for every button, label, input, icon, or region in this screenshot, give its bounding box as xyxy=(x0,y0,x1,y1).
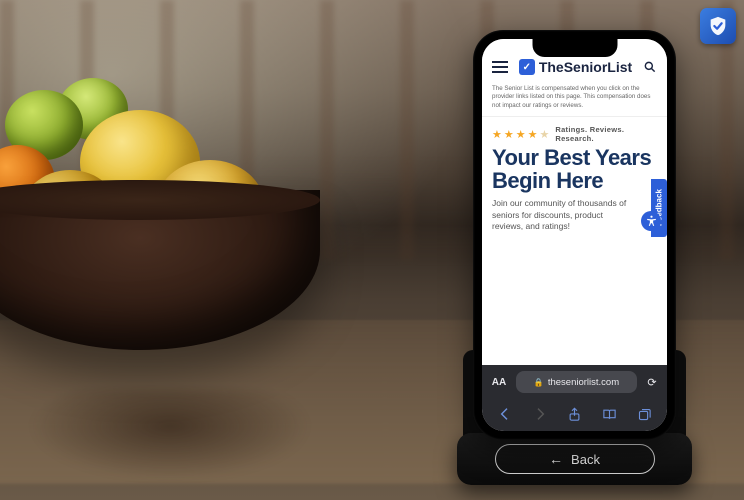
overlay-shield-badge[interactable] xyxy=(700,8,736,44)
check-badge-icon: ✓ xyxy=(519,59,535,75)
accessibility-icon[interactable] xyxy=(641,211,661,231)
browser-address-bar: AA 🔒 theseniorlist.com ⟳ xyxy=(482,365,667,399)
phone-screen: ✓ TheSeniorList The Senior List is compe… xyxy=(482,39,667,431)
reload-icon[interactable]: ⟳ xyxy=(643,376,661,389)
tabs-icon[interactable] xyxy=(635,405,653,423)
shield-check-icon xyxy=(707,15,729,37)
lock-icon: 🔒 xyxy=(534,378,544,387)
phone-on-stand: ← Back ✓ TheSeniorList The Senior List i… xyxy=(473,30,676,485)
menu-icon[interactable] xyxy=(492,61,508,73)
star-icon: ★ xyxy=(540,128,550,141)
webpage: ✓ TheSeniorList The Senior List is compe… xyxy=(482,39,667,365)
url-text: theseniorlist.com xyxy=(548,377,619,388)
star-icon: ★ xyxy=(528,128,538,141)
search-icon[interactable] xyxy=(643,60,657,74)
bookmarks-icon[interactable] xyxy=(600,405,618,423)
back-icon[interactable] xyxy=(496,405,514,423)
brand-name: TheSeniorList xyxy=(539,59,632,75)
tagline: Ratings. Reviews. Research. xyxy=(555,125,657,143)
hero-subcopy: Join our community of thousands of senio… xyxy=(492,198,657,232)
back-button[interactable]: ← Back xyxy=(495,444,655,474)
text-size-button[interactable]: AA xyxy=(488,377,510,388)
bowl-reflection xyxy=(30,390,310,480)
url-field[interactable]: 🔒 theseniorlist.com xyxy=(516,371,637,393)
back-label: Back xyxy=(571,452,600,467)
hero-headline: Your Best Years Begin Here xyxy=(492,146,657,192)
star-icon: ★ xyxy=(492,128,502,141)
star-icon: ★ xyxy=(504,128,514,141)
wooden-bowl xyxy=(0,190,320,350)
share-icon[interactable] xyxy=(566,405,584,423)
compensation-disclosure: The Senior List is compensated when you … xyxy=(482,81,667,117)
site-logo[interactable]: ✓ TheSeniorList xyxy=(519,59,632,75)
hero-section: ★ ★ ★ ★ ★ Ratings. Reviews. Research. Yo… xyxy=(482,117,667,237)
browser-toolbar xyxy=(482,399,667,431)
rating-stars: ★ ★ ★ ★ ★ Ratings. Reviews. Research. xyxy=(492,125,657,143)
phone-notch xyxy=(532,39,617,57)
fruit-bowl xyxy=(0,30,360,370)
forward-icon[interactable] xyxy=(531,405,549,423)
star-icon: ★ xyxy=(516,128,526,141)
smartphone: ✓ TheSeniorList The Senior List is compe… xyxy=(473,30,676,440)
stand-base: ← Back xyxy=(457,433,692,485)
arrow-left-icon: ← xyxy=(549,451,563,467)
